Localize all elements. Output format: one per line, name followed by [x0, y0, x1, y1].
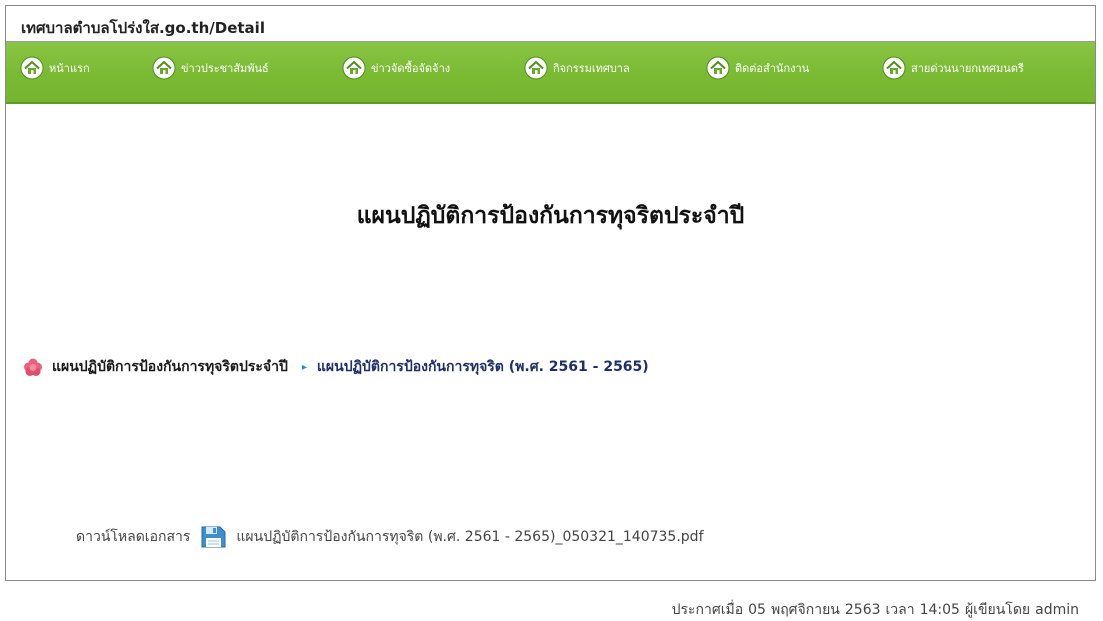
menu-item-activities[interactable]: กิจกรรมเทศบาล — [524, 56, 630, 80]
posted-time-label: เวลา — [885, 602, 915, 618]
menu-item-news[interactable]: ข่าวประชาสัมพันธ์ — [152, 56, 269, 80]
menu-item-label: ข่าวจัดซื้อจัดจ้าง — [371, 62, 451, 75]
posted-author: admin — [1035, 602, 1079, 618]
url-text: เทศบาลตำบลโปร่งใส.go.th/Detail — [21, 19, 265, 37]
download-row: ดาวน์โหลดเอกสาร แผนปฏิบัติการป้องกันการท… — [76, 524, 704, 550]
address-bar[interactable]: เทศบาลตำบลโปร่งใส.go.th/Detail — [6, 6, 1095, 42]
menu-item-label: สายด่วนนายกเทศมนตรี — [911, 62, 1024, 75]
breadcrumb-separator-icon: ▸ — [301, 361, 307, 373]
home-icon — [342, 56, 366, 80]
main-content: แผนปฏิบัติการป้องกันการทุจริตประจำปี แผน… — [6, 104, 1095, 618]
menu-item-label: ติดต่อสำนักงาน — [735, 62, 810, 75]
menu-item-label: หน้าแรก — [49, 62, 90, 75]
posted-info: ประกาศเมื่อ 05 พฤศจิกายน 2563 เวลา 14:05 ผู้เข… — [672, 599, 1079, 621]
browser-frame: เทศบาลตำบลโปร่งใส.go.th/Detail หน้าแรก ข… — [5, 5, 1096, 618]
menu-item-label: ข่าวประชาสัมพันธ์ — [181, 62, 269, 75]
posted-prefix: ประกาศเมื่อ — [671, 602, 744, 618]
download-file-link[interactable]: แผนปฏิบัติการป้องกันการทุจริต (พ.ศ. 2561… — [236, 526, 703, 548]
menu-item-home[interactable]: หน้าแรก — [20, 56, 90, 80]
floppy-disk-icon[interactable] — [198, 524, 228, 550]
breadcrumb-current: แผนปฏิบัติการป้องกันการทุจริต (พ.ศ. 2561… — [316, 359, 649, 375]
breadcrumb-parent-link[interactable]: แผนปฏิบัติการป้องกันการทุจริตประจำปี — [52, 356, 288, 378]
menu-item-procurement[interactable]: ข่าวจัดซื้อจัดจ้าง — [342, 56, 450, 80]
menu-item-mayor-hotline[interactable]: สายด่วนนายกเทศมนตรี — [882, 56, 1024, 80]
page-title: แผนปฏิบัติการป้องกันการทุจริตประจำปี — [356, 203, 745, 229]
breadcrumb: แผนปฏิบัติการป้องกันการทุจริตประจำปี ▸ แ… — [22, 356, 649, 378]
download-label: ดาวน์โหลดเอกสาร — [76, 529, 191, 545]
home-icon — [524, 56, 548, 80]
home-icon — [882, 56, 906, 80]
main-menu-bar: หน้าแรก ข่าวประชาสัมพันธ์ ข่าวจัดซื้อจัด… — [6, 42, 1095, 104]
home-icon — [152, 56, 176, 80]
flower-icon — [24, 358, 42, 376]
menu-item-label: กิจกรรมเทศบาล — [553, 62, 630, 75]
posted-year: 2563 — [844, 602, 881, 618]
menu-item-contact[interactable]: ติดต่อสำนักงาน — [706, 56, 809, 80]
posted-author-label: ผู้เขียนโดย — [964, 602, 1031, 618]
posted-day: 05 — [748, 602, 766, 618]
posted-time: 14:05 — [919, 602, 960, 618]
home-icon — [706, 56, 730, 80]
home-icon — [20, 56, 44, 80]
posted-month: พฤศจิกายน — [770, 602, 840, 618]
